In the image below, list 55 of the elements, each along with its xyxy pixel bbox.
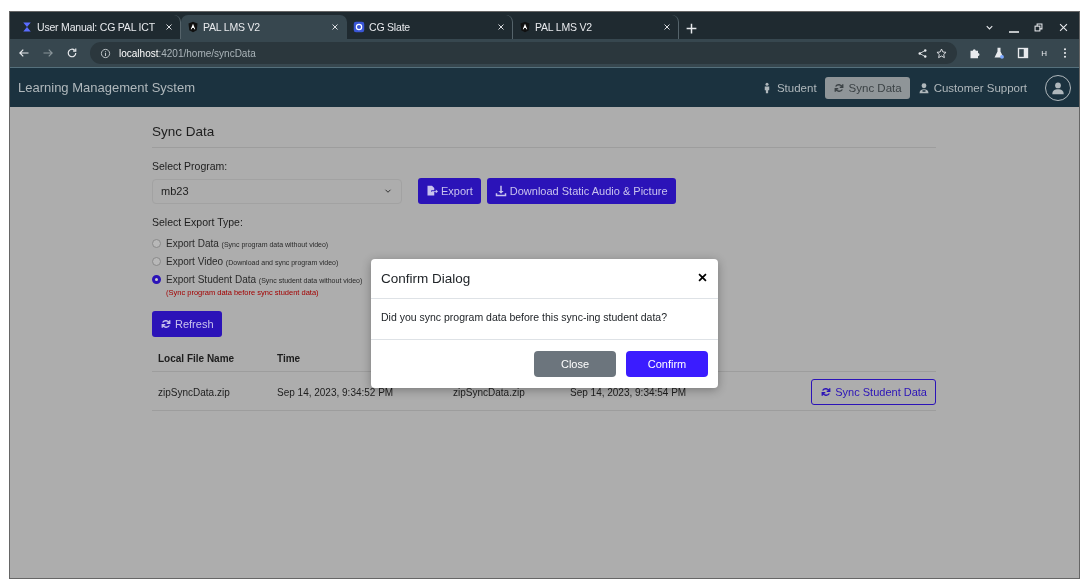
app-title: Learning Management System bbox=[18, 80, 197, 95]
close-icon bbox=[1058, 22, 1069, 33]
back-icon bbox=[18, 47, 30, 59]
action-button[interactable]: Export bbox=[418, 178, 481, 204]
shield-logo-icon bbox=[187, 21, 199, 33]
dialog-button[interactable]: Close bbox=[534, 351, 616, 377]
refresh-button[interactable]: Refresh bbox=[152, 311, 222, 337]
table-cell: zipSyncData.zip bbox=[158, 386, 230, 398]
puzzle-icon bbox=[969, 47, 982, 59]
dialog-title: Confirm Dialog bbox=[381, 271, 471, 286]
plus-icon bbox=[685, 22, 698, 35]
page-heading: Sync Data bbox=[152, 124, 936, 148]
side-panel-icon bbox=[1017, 47, 1030, 59]
program-select[interactable]: mb23 bbox=[152, 178, 402, 204]
radio-button[interactable] bbox=[152, 238, 161, 248]
chat-logo-icon bbox=[353, 21, 365, 33]
column-header: Local File Name bbox=[158, 351, 236, 366]
close-icon bbox=[496, 22, 506, 32]
browser-tab[interactable]: PAL LMS V2 bbox=[181, 15, 347, 39]
sync-icon bbox=[160, 318, 172, 330]
sync-student-button[interactable]: Sync Student Data bbox=[811, 379, 936, 405]
table-cell: zipSyncData.zip bbox=[453, 386, 525, 398]
profile-initial[interactable]: H bbox=[1041, 48, 1047, 58]
nav-link[interactable]: Customer Support bbox=[909, 76, 1035, 99]
file-export-icon bbox=[426, 185, 438, 197]
column-header: Time bbox=[277, 351, 302, 366]
dialog-button[interactable]: Confirm bbox=[626, 351, 708, 377]
address-bar[interactable]: localhost:4201/home/syncData bbox=[90, 42, 958, 64]
close-icon bbox=[330, 22, 340, 32]
forward-icon bbox=[42, 47, 54, 59]
support-agent-icon bbox=[917, 81, 930, 94]
sync-icon bbox=[832, 81, 845, 94]
minimize-icon bbox=[1009, 30, 1019, 33]
sync-icon bbox=[820, 386, 833, 398]
share-icon bbox=[917, 47, 929, 59]
shield-logo-icon bbox=[519, 21, 531, 33]
restore-icon bbox=[1033, 22, 1044, 33]
download-icon bbox=[494, 185, 507, 197]
url-text: localhost:4201/home/syncData bbox=[119, 47, 256, 59]
flask-icon bbox=[993, 47, 1006, 59]
close-icon bbox=[662, 22, 672, 32]
nav-link[interactable]: Sync Data bbox=[824, 76, 910, 99]
field-label: Select Export Type: bbox=[152, 216, 244, 228]
table-cell: Sep 14, 2023, 9:34:54 PM bbox=[570, 386, 687, 398]
table-cell: Sep 14, 2023, 9:34:52 PM bbox=[277, 386, 394, 398]
close-icon bbox=[164, 22, 174, 32]
radio-button[interactable] bbox=[152, 274, 161, 284]
radio-button[interactable] bbox=[152, 256, 161, 266]
reload-icon bbox=[66, 47, 78, 59]
action-button[interactable]: Download Static Audio & Picture bbox=[486, 178, 676, 204]
dialog-message: Did you sync program data before this sync-ing student data? bbox=[381, 311, 667, 323]
nav-link[interactable]: Student bbox=[752, 76, 825, 99]
field-label: Select Program: bbox=[152, 160, 229, 172]
star-icon bbox=[936, 47, 948, 59]
info-icon bbox=[100, 47, 111, 59]
